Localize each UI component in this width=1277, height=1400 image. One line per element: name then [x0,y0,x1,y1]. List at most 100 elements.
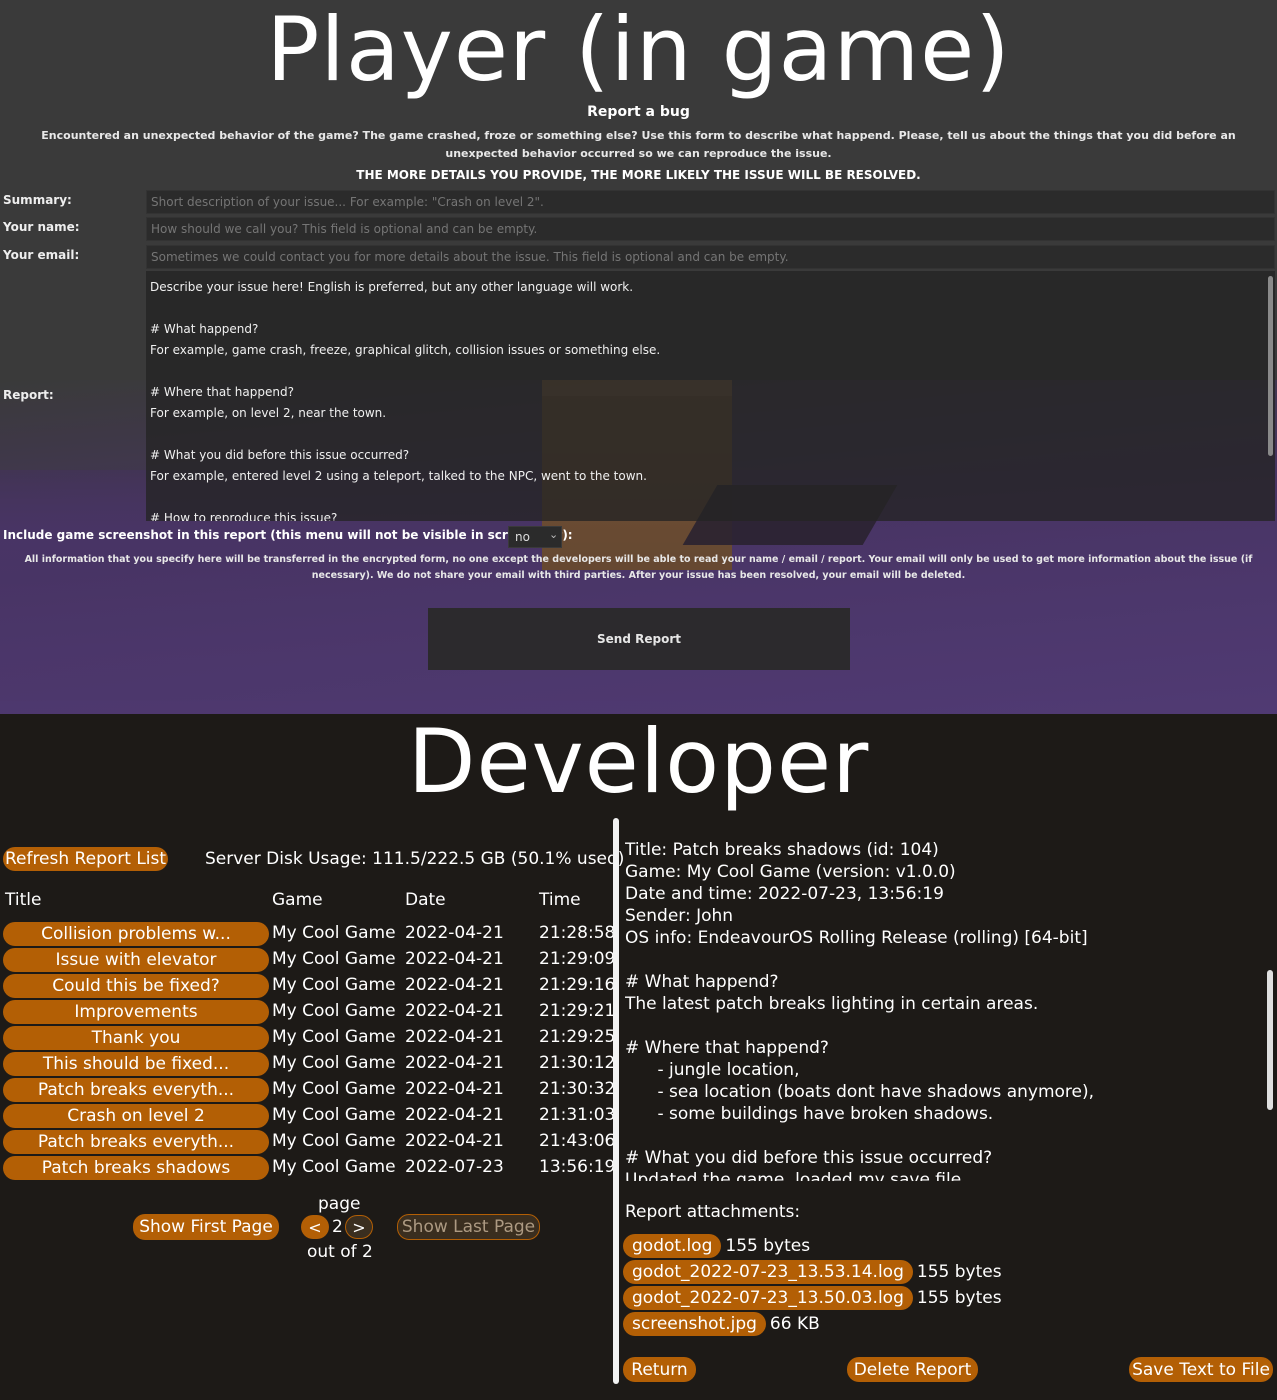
table-row: Patch breaks everyth... My Cool Game 202… [0,1129,616,1155]
report-game: My Cool Game [272,923,396,943]
table-row: Issue with elevator My Cool Game 2022-04… [0,947,616,973]
current-page-number: 2 [332,1217,343,1237]
report-game: My Cool Game [272,1105,396,1125]
report-time: 21:29:21 [539,1001,616,1021]
table-row: Collision problems w... My Cool Game 202… [0,921,616,947]
report-textarea[interactable]: Describe your issue here! English is pre… [146,271,1275,521]
attachment-file-button[interactable]: godot_2022-07-23_13.53.14.log [623,1260,913,1284]
report-date: 2022-04-21 [405,975,504,995]
report-game: My Cool Game [272,1001,396,1021]
report-game: My Cool Game [272,1027,396,1047]
attachment-size: 66 KB [769,1314,820,1334]
table-row: This should be fixed... My Cool Game 202… [0,1051,616,1077]
report-time: 13:56:19 [539,1157,616,1177]
privacy-note: All information that you specify here wi… [24,554,1253,581]
report-time: 21:30:32 [539,1079,616,1099]
report-time: 21:29:25 [539,1027,616,1047]
report-date: 2022-07-23 [405,1157,504,1177]
panel-divider[interactable] [613,818,619,1384]
screenshot-option-value: no [515,530,530,544]
details-scrollbar[interactable] [1267,970,1273,1110]
report-title-button[interactable]: Patch breaks everyth... [3,1130,269,1154]
report-time: 21:28:58 [539,923,616,943]
column-header-date: Date [405,890,446,910]
attachment-size: 155 bytes [725,1236,811,1256]
show-first-page-button[interactable]: Show First Page [133,1214,279,1240]
table-row: Patch breaks shadows My Cool Game 2022-0… [0,1155,616,1181]
developer-section-heading: Developer [407,710,870,813]
report-title-button[interactable]: Improvements [3,1000,269,1024]
player-section-heading: Player (in game) [266,0,1011,101]
attachment-item: godot_2022-07-23_13.53.14.log 155 bytes [623,1260,1002,1284]
report-title-button[interactable]: Patch breaks everyth... [3,1078,269,1102]
report-time: 21:31:03 [539,1105,616,1125]
report-form-emphasis: THE MORE DETAILS YOU PROVIDE, THE MORE L… [356,168,921,182]
report-date: 2022-04-21 [405,1001,504,1021]
summary-label: Summary: [3,193,72,207]
attachment-item: godot_2022-07-23_13.50.03.log 155 bytes [623,1286,1002,1310]
summary-input[interactable] [146,190,1275,214]
report-time: 21:43:06 [539,1131,616,1151]
report-game: My Cool Game [272,1053,396,1073]
report-game: My Cool Game [272,1079,396,1099]
report-time: 21:30:12 [539,1053,616,1073]
report-title-button[interactable]: Issue with elevator [3,948,269,972]
report-date: 2022-04-21 [405,1105,504,1125]
report-title-button[interactable]: This should be fixed... [3,1052,269,1076]
table-row: Crash on level 2 My Cool Game 2022-04-21… [0,1103,616,1129]
report-title-button[interactable]: Patch breaks shadows [3,1156,269,1180]
send-report-button[interactable]: Send Report [428,608,850,670]
attachment-item: godot.log 155 bytes [623,1234,810,1258]
report-time: 21:29:09 [539,949,616,969]
return-button[interactable]: Return [623,1357,696,1382]
report-time: 21:29:16 [539,975,616,995]
attachment-file-button[interactable]: screenshot.jpg [623,1312,766,1336]
attachment-size: 155 bytes [916,1262,1002,1282]
screenshot-option-label: Include game screenshot in this report (… [3,528,573,542]
column-header-time: Time [539,890,581,910]
attachment-file-button[interactable]: godot_2022-07-23_13.50.03.log [623,1286,913,1310]
report-scrollbar[interactable] [1268,276,1273,456]
page-label: page [318,1194,361,1214]
email-input[interactable] [146,245,1275,269]
player-panel: Player (in game) Report a bug Encountere… [0,0,1277,714]
report-form-description: Encountered an unexpected behavior of th… [41,129,1236,160]
report-game: My Cool Game [272,1157,396,1177]
report-date: 2022-04-21 [405,1053,504,1073]
report-date: 2022-04-21 [405,1027,504,1047]
report-date: 2022-04-21 [405,1131,504,1151]
report-form-title: Report a bug [587,104,690,120]
report-date: 2022-04-21 [405,949,504,969]
report-title-button[interactable]: Collision problems w... [3,922,269,946]
attachment-size: 155 bytes [916,1288,1002,1308]
report-game: My Cool Game [272,975,396,995]
report-details-text: Title: Patch breaks shadows (id: 104) Ga… [625,840,1095,1181]
report-title-button[interactable]: Could this be fixed? [3,974,269,998]
table-row: Patch breaks everyth... My Cool Game 202… [0,1077,616,1103]
next-page-button[interactable]: > [345,1215,373,1239]
report-date: 2022-04-21 [405,1079,504,1099]
refresh-report-list-button[interactable]: Refresh Report List [3,847,168,871]
delete-report-button[interactable]: Delete Report [847,1357,978,1382]
report-title-button[interactable]: Crash on level 2 [3,1104,269,1128]
report-game: My Cool Game [272,1131,396,1151]
table-row: Thank you My Cool Game 2022-04-21 21:29:… [0,1025,616,1051]
report-label: Report: [3,388,54,402]
developer-panel: Developer Refresh Report List Server Dis… [0,714,1277,1400]
attachment-file-button[interactable]: godot.log [623,1234,722,1258]
attachment-item: screenshot.jpg 66 KB [623,1312,820,1336]
name-label: Your name: [3,220,80,234]
attachments-label: Report attachments: [625,1202,801,1222]
chevron-down-icon: ⌄ [549,528,559,541]
server-disk-usage: Server Disk Usage: 111.5/222.5 GB (50.1%… [205,849,625,869]
email-label: Your email: [3,248,80,262]
report-title-button[interactable]: Thank you [3,1026,269,1050]
previous-page-button[interactable]: < [301,1215,329,1239]
report-game: My Cool Game [272,949,396,969]
page-count: out of 2 [307,1242,373,1262]
table-row: Could this be fixed? My Cool Game 2022-0… [0,973,616,999]
column-header-title: Title [5,890,42,910]
name-input[interactable] [146,217,1275,241]
show-last-page-button[interactable]: Show Last Page [397,1214,540,1240]
save-text-to-file-button[interactable]: Save Text to File [1129,1357,1273,1382]
